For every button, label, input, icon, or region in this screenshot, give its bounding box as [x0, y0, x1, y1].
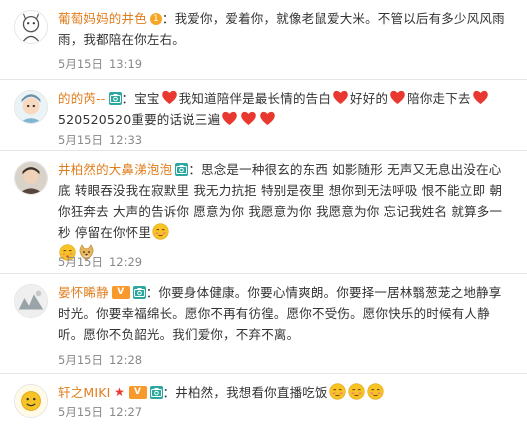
comment-text: 好好的: [350, 91, 389, 106]
separator: ：: [121, 91, 135, 106]
username-link[interactable]: 葡萄妈妈的井色: [58, 11, 147, 26]
camera-badge-icon: [175, 163, 189, 176]
comment-body: 轩之MIKI ★ V ：井柏然，我想看你直播吃饭: [58, 382, 513, 403]
heart-emoji-icon: [472, 89, 489, 106]
shy-face-emoji-icon: [152, 223, 169, 240]
comment-item: 井柏然的大鼻涕泡泡 ：思念是一种很玄的东西 如影随形 无声又无息出没在心底 转眼吞…: [0, 151, 527, 274]
comment-meta: 5月15日 12:29: [58, 254, 142, 270]
comment-meta: 5月15日 12:28: [58, 352, 142, 368]
comment-date: 5月15日: [58, 57, 103, 71]
vip-badge-icon: V: [111, 286, 130, 299]
username-link[interactable]: 晏怀睎静: [58, 285, 109, 300]
comment-time: 12:27: [108, 405, 143, 419]
separator: ：: [145, 285, 159, 300]
comment-list: 葡萄妈妈的井色 1 ：我爱你，爱着你，就像老鼠爱大米。不管以后有多少风风雨雨，我都陪…: [0, 0, 527, 428]
comment-body: 井柏然的大鼻涕泡泡 ：思念是一种很玄的东西 如影随形 无声又无息出没在心底 转眼吞…: [58, 159, 513, 264]
comment-time: 13:19: [108, 57, 143, 71]
avatar[interactable]: [14, 284, 48, 318]
comment-item: 葡萄妈妈的井色 1 ：我爱你，爱着你，就像老鼠爱大米。不管以后有多少风风雨雨，我都陪…: [0, 0, 527, 80]
separator: ：: [161, 11, 175, 26]
username-link[interactable]: 井柏然的大鼻涕泡泡: [58, 162, 172, 177]
shy-face-emoji-icon: [348, 383, 365, 400]
avatar[interactable]: [14, 384, 48, 418]
vip-badge-icon: V: [128, 386, 147, 399]
comment-meta: 5月15日 12:27: [58, 404, 142, 420]
comment-date: 5月15日: [58, 353, 103, 367]
comment-date: 5月15日: [58, 255, 103, 269]
comment-body: 的的芮-- ：宝宝 我知道陪伴是最长情的告白 好好的 陪你走下去 520520520重要的…: [58, 88, 513, 130]
heart-emoji-icon: [259, 110, 276, 127]
heart-emoji-icon: [389, 89, 406, 106]
comment-date: 5月15日: [58, 133, 103, 147]
comment-item: 的的芮-- ：宝宝 我知道陪伴是最长情的告白 好好的 陪你走下去 520520520重要的…: [0, 80, 527, 151]
comment-time: 12:28: [108, 353, 143, 367]
comment-text: 520520520重要的话说三遍: [58, 112, 221, 127]
username-link[interactable]: 轩之MIKI: [58, 385, 111, 400]
camera-badge-icon: [149, 386, 163, 399]
shy-face-emoji-icon: [329, 383, 346, 400]
avatar[interactable]: [14, 90, 48, 124]
star-badge-icon: ★: [114, 385, 126, 399]
comment-date: 5月15日: [58, 405, 103, 419]
heart-emoji-icon: [161, 89, 178, 106]
comment-text: 井柏然，我想看你直播吃饭: [175, 385, 328, 400]
shy-face-emoji-icon: [367, 383, 384, 400]
comment-item: 轩之MIKI ★ V ：井柏然，我想看你直播吃饭 5月15日 12:27: [0, 374, 527, 428]
username-link[interactable]: 的的芮--: [58, 91, 106, 106]
avatar[interactable]: [14, 161, 48, 195]
heart-emoji-icon: [332, 89, 349, 106]
camera-badge-icon: [132, 286, 146, 299]
comment-item: 晏怀睎静 V ：你要身体健康。你要心情爽朗。你要择一居林翳葱茏之地静享时光。你要幸福…: [0, 274, 527, 374]
comment-meta: 5月15日 13:19: [58, 56, 142, 72]
comment-body: 晏怀睎静 V ：你要身体健康。你要心情爽朗。你要择一居林翳葱茏之地静享时光。你要幸福…: [58, 282, 513, 345]
heart-emoji-icon: [221, 110, 238, 127]
comment-text: 陪你走下去: [407, 91, 471, 106]
avatar[interactable]: [14, 10, 48, 44]
comment-body: 葡萄妈妈的井色 1 ：我爱你，爱着你，就像老鼠爱大米。不管以后有多少风风雨雨，我都陪…: [58, 8, 513, 50]
separator: ：: [188, 162, 202, 177]
comment-meta: 5月15日 12:33: [58, 132, 142, 148]
separator: ：: [162, 385, 176, 400]
comment-text: 宝宝: [134, 91, 160, 106]
level-badge-icon: 1: [149, 12, 162, 25]
comment-time: 12:29: [108, 255, 143, 269]
camera-badge-icon: [108, 92, 122, 105]
heart-emoji-icon: [240, 110, 257, 127]
comment-text: 我知道陪伴是最长情的告白: [178, 91, 332, 106]
comment-time: 12:33: [108, 133, 143, 147]
